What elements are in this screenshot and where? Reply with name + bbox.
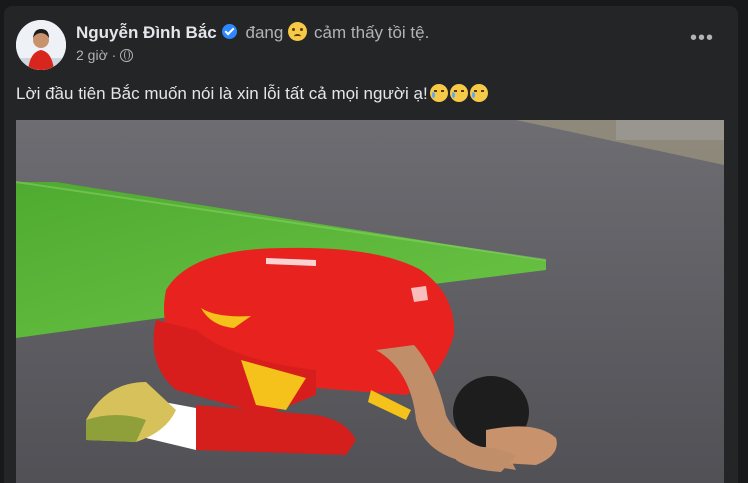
globe-icon[interactable] [120,49,134,62]
feeling-text: cảm thấy tồi tệ. [314,23,430,42]
crying-face-icon [429,84,448,102]
photo-image [16,120,724,483]
confused-face-icon [288,22,308,41]
post-message: Lời đầu tiên Bắc muốn nói là xin lỗi tất… [16,84,488,104]
more-options-button[interactable]: ••• [690,28,714,48]
author-name[interactable]: Nguyễn Đình Bắc [76,23,217,42]
author-line: Nguyễn Đình Bắc đang cảm thấy tồi tệ. [76,22,429,43]
post-photo[interactable] [16,120,724,483]
meta-separator: · [111,47,117,63]
verified-badge-icon [221,24,237,39]
post-message-text: Lời đầu tiên Bắc muốn nói là xin lỗi tất… [16,84,428,103]
post-header: Nguyễn Đình Bắc đang cảm thấy tồi tệ. 2 … [4,6,738,72]
crying-face-icon [469,84,488,102]
post-timestamp[interactable]: 2 giờ [76,47,108,63]
crying-face-icon [449,84,468,102]
avatar-image [16,20,66,70]
post-meta: 2 giờ · [76,47,134,63]
feeling-prefix: đang [245,23,284,42]
author-avatar[interactable] [16,20,66,70]
facebook-post: Nguyễn Đình Bắc đang cảm thấy tồi tệ. 2 … [4,6,738,483]
